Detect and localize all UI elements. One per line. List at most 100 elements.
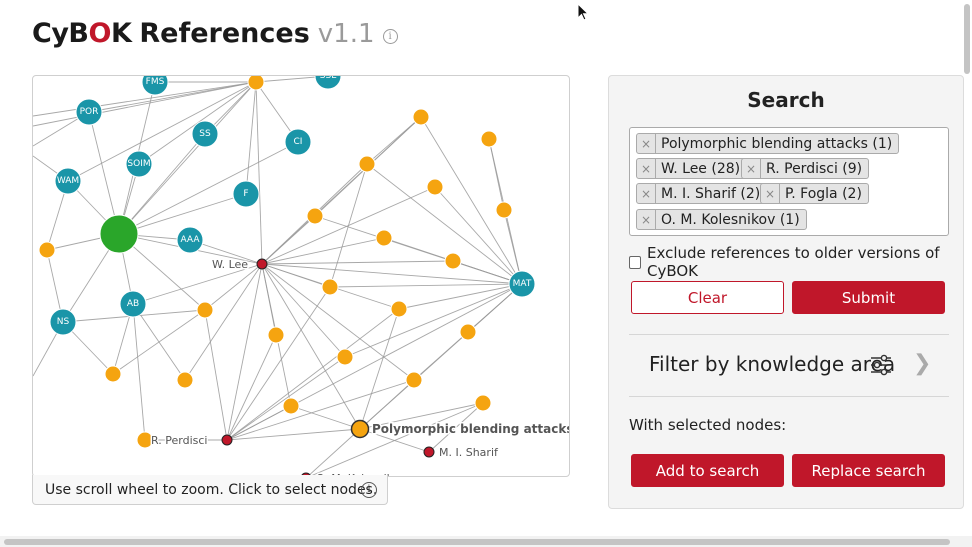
reference-graph[interactable]: FMS SSL POR SS CI SOIM WAM F AAA AB NS MAT Polymorph… (32, 75, 570, 477)
cybok-logo: CyBOK (32, 18, 132, 49)
search-tag[interactable]: × O. M. Kolesnikov (1) (636, 209, 807, 230)
graph-hint-text: Use scroll wheel to zoom. Click to selec… (45, 482, 378, 498)
page-header: CyBOK References v1.1 i (32, 18, 398, 58)
graph-edge (261, 237, 385, 265)
reference-node[interactable] (38, 241, 56, 259)
knowledge-area-hub-node[interactable] (99, 214, 139, 254)
knowledge-area-node-label: SSL (320, 76, 336, 81)
reference-node[interactable] (282, 397, 300, 415)
graph-edge (398, 283, 523, 310)
knowledge-area-node-label: AAA (181, 235, 201, 245)
reference-node[interactable] (358, 155, 376, 173)
reference-node[interactable] (405, 371, 423, 389)
reference-node[interactable] (480, 130, 498, 148)
graph-edge (261, 263, 415, 381)
reference-node[interactable] (444, 252, 462, 270)
horizontal-scrollbar[interactable] (0, 536, 972, 547)
reference-node-label: Polymorphic blending attacks (372, 422, 569, 436)
knowledge-area-node-label: CI (294, 137, 303, 147)
knowledge-area-node-label: AB (127, 299, 139, 309)
search-tag[interactable]: × Polymorphic blending attacks (1) (636, 133, 900, 154)
close-icon[interactable]: × (742, 159, 761, 179)
search-title: Search (747, 88, 825, 112)
search-tag[interactable]: × P. Fogla (2) (760, 183, 869, 204)
knowledge-area-node-label: F (243, 189, 248, 199)
close-icon[interactable]: × (637, 134, 656, 154)
graph-edge (488, 138, 505, 211)
graph-edge (329, 163, 368, 288)
close-icon[interactable]: × (637, 159, 656, 179)
graph-edge (118, 193, 247, 235)
vertical-scrollbar-thumb[interactable] (964, 4, 970, 74)
graph-edge (132, 303, 146, 441)
reference-node[interactable] (104, 365, 122, 383)
graph-edge (132, 303, 186, 381)
search-tag[interactable]: × W. Lee (28) (636, 158, 748, 179)
add-to-search-button[interactable]: Add to search (631, 454, 784, 487)
horizontal-scrollbar-thumb[interactable] (4, 539, 950, 545)
info-icon[interactable]: i (382, 29, 398, 44)
reference-node[interactable] (495, 201, 513, 219)
author-node-label: W. Lee (212, 258, 248, 271)
page-title: References (139, 18, 310, 49)
reference-node[interactable] (321, 278, 339, 296)
submit-button[interactable]: Submit (792, 281, 945, 314)
close-icon[interactable]: × (761, 184, 780, 204)
sliders-icon (870, 354, 892, 380)
graph-edge (226, 356, 346, 441)
search-tag[interactable]: × M. I. Sharif (2) (636, 183, 768, 204)
graph-edge (290, 405, 361, 430)
reference-node[interactable] (412, 108, 430, 126)
selected-reference-node[interactable] (350, 419, 370, 439)
author-node[interactable] (423, 446, 435, 458)
author-node[interactable] (256, 258, 268, 270)
reference-node[interactable] (306, 207, 324, 225)
with-selected-label: With selected nodes: (629, 416, 787, 434)
knowledge-area-node-label: NS (57, 317, 70, 327)
graph-edge (245, 81, 257, 195)
replace-search-button[interactable]: Replace search (792, 454, 945, 487)
reference-node[interactable] (375, 229, 393, 247)
reference-node[interactable] (196, 301, 214, 319)
graph-hint: Use scroll wheel to zoom. Click to selec… (32, 475, 388, 505)
reference-node[interactable] (459, 323, 477, 341)
reference-node[interactable] (474, 394, 492, 412)
filter-knowledge-area-toggle[interactable]: Filter by knowledge area ❯ (629, 346, 949, 386)
graph-edge (204, 309, 228, 441)
graph-edge (226, 308, 400, 441)
clear-button[interactable]: Clear (631, 281, 784, 314)
reference-node[interactable] (426, 178, 444, 196)
graph-edge (67, 81, 257, 182)
graph-edge (261, 260, 454, 265)
close-icon[interactable]: × (637, 184, 656, 204)
knowledge-area-node-label: SS (199, 129, 211, 139)
graph-canvas[interactable]: FMS SSL POR SS CI SOIM WAM F AAA AB NS MAT Polymorph… (33, 76, 569, 476)
chevron-right-icon: ❯ (913, 351, 932, 376)
knowledge-area-node-label: SOIM (127, 159, 150, 169)
reference-node[interactable] (247, 76, 265, 91)
reference-node[interactable] (336, 348, 354, 366)
close-icon[interactable]: × (637, 210, 656, 230)
exclude-old-versions-label: Exclude references to older versions of … (646, 244, 940, 280)
author-node[interactable] (221, 434, 233, 446)
graph-edge (309, 402, 484, 476)
knowledge-area-node-label: FMS (146, 77, 165, 87)
author-node-label: M. I. Sharif (439, 446, 499, 459)
graph-edge (226, 428, 361, 441)
search-tags-input[interactable]: × Polymorphic blending attacks (1) × W. Le… (629, 127, 949, 236)
reference-node[interactable] (176, 371, 194, 389)
divider (629, 396, 949, 397)
exclude-old-versions-row[interactable]: Exclude references to older versions of … (629, 244, 963, 280)
graph-edge (118, 133, 206, 235)
mouse-pointer-icon (577, 2, 590, 25)
vertical-scrollbar[interactable] (962, 0, 972, 536)
knowledge-area-node-label: MAT (513, 279, 532, 289)
info-icon[interactable]: i (361, 482, 377, 498)
reference-node[interactable] (267, 326, 285, 344)
search-tag[interactable]: × R. Perdisci (9) (741, 158, 870, 179)
graph-edge (307, 428, 361, 476)
divider (629, 334, 949, 335)
exclude-old-versions-checkbox[interactable] (629, 255, 641, 269)
reference-node[interactable] (390, 300, 408, 318)
graph-edge (344, 283, 523, 358)
